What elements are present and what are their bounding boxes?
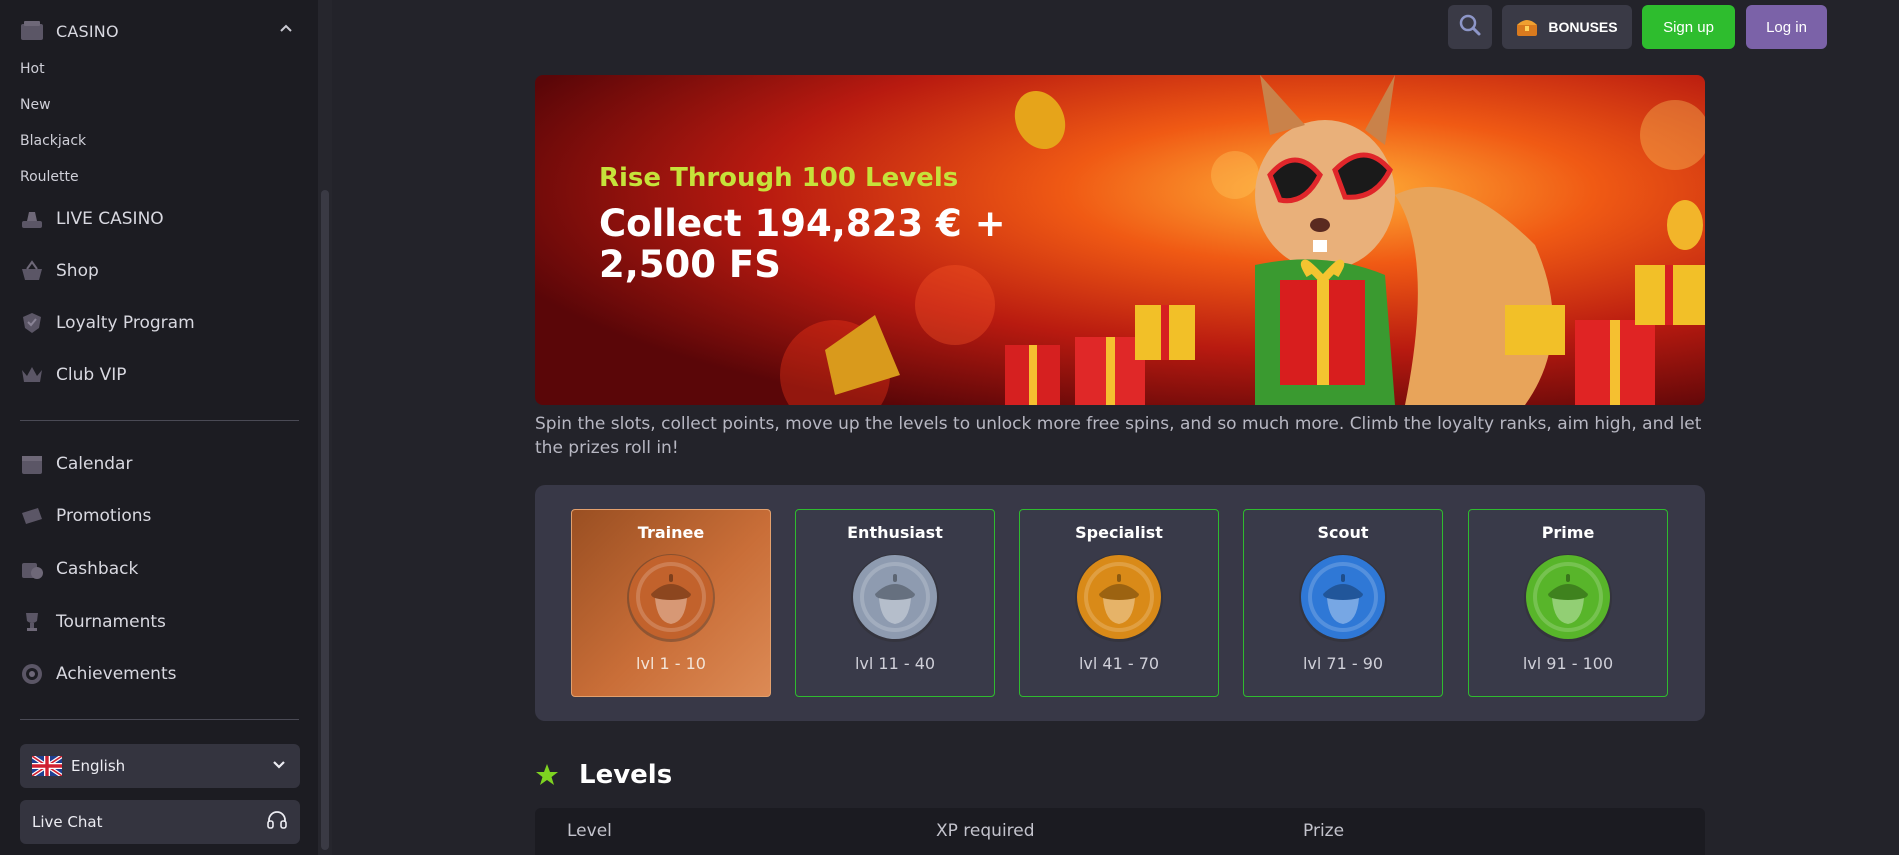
levels-table-header: Level XP required Prize (535, 808, 1705, 855)
loyalty-shield-icon (20, 311, 44, 335)
promo-banner: Rise Through 100 Levels Collect 194,823 … (535, 75, 1705, 405)
crown-icon (20, 363, 44, 387)
acorn-medal-icon (1297, 552, 1389, 644)
search-icon (1458, 13, 1482, 41)
bonuses-label: BONUSES (1548, 19, 1618, 35)
tier-card-prime[interactable]: Prime lvl 91 - 100 (1468, 509, 1668, 697)
sidebar-item-calendar[interactable]: Calendar (20, 448, 132, 480)
signup-button[interactable]: Sign up (1642, 5, 1735, 49)
login-button[interactable]: Log in (1746, 5, 1827, 49)
sidebar-item-loyalty-program[interactable]: Loyalty Program (20, 307, 195, 339)
banner-text-block: Rise Through 100 Levels Collect 194,823 … (599, 163, 1019, 285)
loyalty-description: Spin the slots, collect points, move up … (535, 414, 1702, 458)
sidebar-item-label: CASINO (56, 21, 119, 41)
chevron-down-icon (270, 755, 288, 777)
acorn-medal-icon (849, 552, 941, 644)
tier-card-trainee[interactable]: Trainee lvl 1 - 10 (571, 509, 771, 697)
tier-card-scout[interactable]: Scout lvl 71 - 90 (1243, 509, 1443, 697)
language-label: English (71, 757, 126, 775)
sidebar-item-promotions[interactable]: Promotions (20, 500, 151, 532)
cashback-icon (20, 557, 44, 581)
acorn-medal-icon (625, 552, 717, 644)
sidebar-scrollbar[interactable] (318, 0, 332, 855)
bonuses-button[interactable]: BONUSES (1502, 5, 1632, 49)
search-button[interactable] (1448, 5, 1492, 49)
sidebar: CASINO Hot New Blackjack Roulette LIVE C… (0, 0, 318, 855)
sidebar-subitem-hot[interactable]: Hot (20, 61, 45, 77)
chevron-up-icon[interactable] (277, 20, 295, 38)
live-casino-icon (20, 207, 44, 231)
tier-panel: Trainee lvl 1 - 10 Enthusiast lvl 11 - 4… (535, 485, 1705, 721)
banner-headline: Collect 194,823 € + 2,500 FS (599, 202, 1006, 286)
target-icon (20, 662, 44, 686)
levels-heading: Levels (535, 760, 672, 790)
sidebar-divider (20, 420, 299, 421)
live-chat-label: Live Chat (32, 813, 103, 831)
sidebar-subitem-blackjack[interactable]: Blackjack (20, 133, 86, 149)
levels-title: Levels (579, 760, 673, 790)
sidebar-subitem-new[interactable]: New (20, 97, 51, 113)
ticket-icon (20, 504, 44, 528)
sidebar-item-achievements[interactable]: Achievements (20, 658, 176, 690)
acorn-medal-icon (1522, 552, 1614, 644)
sidebar-item-tournaments[interactable]: Tournaments (20, 606, 166, 638)
casino-icon (20, 19, 44, 43)
column-header-level: Level (567, 821, 612, 841)
column-header-xp: XP required (936, 821, 1035, 841)
tier-card-specialist[interactable]: Specialist lvl 41 - 70 (1019, 509, 1219, 697)
sidebar-subitem-roulette[interactable]: Roulette (20, 169, 79, 185)
headset-icon (266, 809, 288, 835)
sidebar-item-shop[interactable]: Shop (20, 255, 99, 287)
tier-card-enthusiast[interactable]: Enthusiast lvl 11 - 40 (795, 509, 995, 697)
uk-flag-icon (30, 754, 64, 778)
acorn-medal-icon (1073, 552, 1165, 644)
trophy-icon (20, 610, 44, 634)
live-chat-button[interactable]: Live Chat (20, 800, 300, 844)
shop-basket-icon (20, 259, 44, 283)
sidebar-divider (20, 719, 299, 720)
sidebar-item-club-vip[interactable]: Club VIP (20, 359, 126, 391)
sidebar-item-live-casino[interactable]: LIVE CASINO (20, 203, 164, 235)
sidebar-item-cashback[interactable]: Cashback (20, 553, 138, 585)
treasure-chest-icon (1516, 17, 1538, 37)
column-header-prize: Prize (1303, 821, 1345, 841)
language-selector[interactable]: English (20, 744, 300, 788)
sidebar-item-casino[interactable]: CASINO (20, 15, 119, 47)
banner-kicker: Rise Through 100 Levels (599, 163, 959, 193)
calendar-icon (20, 452, 44, 476)
star-icon (535, 763, 559, 787)
scrollbar-thumb[interactable] (321, 190, 329, 850)
